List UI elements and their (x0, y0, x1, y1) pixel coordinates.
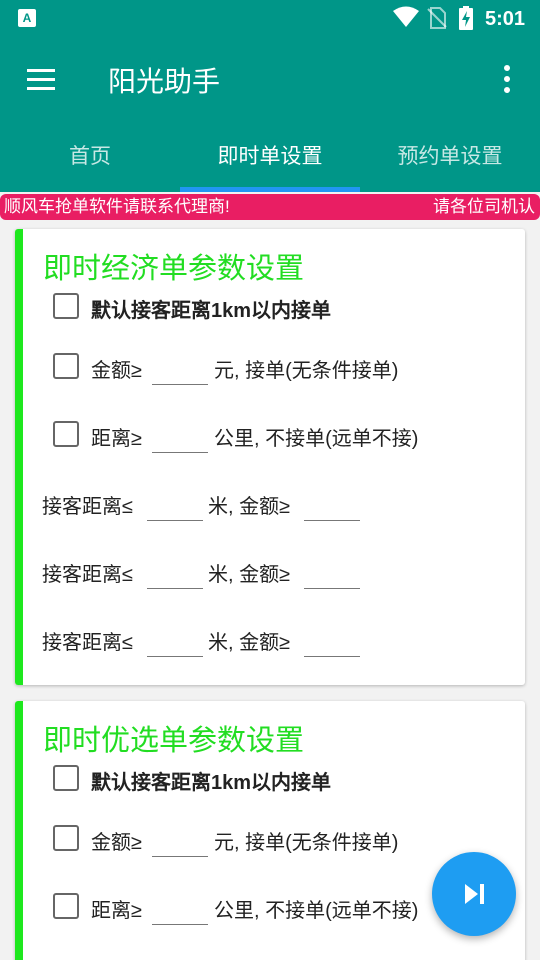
pickup-distance-input[interactable] (147, 489, 203, 521)
default-distance-label: 默认接客距离1km以内接单 (91, 300, 332, 322)
card-title: 即时经济单参数设置 (43, 253, 305, 285)
amount-suffix-label: 元, 接单(无条件接单) (214, 360, 399, 382)
marquee-text-next: 请各位司机认 (433, 197, 535, 216)
amount-prefix-label: 金额≥ (91, 360, 142, 382)
card-accent-bar (15, 229, 23, 685)
default-distance-checkbox[interactable] (53, 293, 79, 319)
amount-input[interactable] (152, 825, 208, 857)
pickup-distance-label: 接客距离≤ (42, 632, 133, 654)
app-bar: 阳光助手 (0, 37, 540, 120)
clock: 5:01 (485, 8, 526, 30)
amount-suffix-label: 元, 接单(无条件接单) (214, 832, 399, 854)
distance-input[interactable] (152, 421, 208, 453)
pickup-distance-label: 接客距离≤ (42, 564, 133, 586)
tab-indicator (180, 187, 360, 192)
menu-button[interactable] (22, 61, 62, 97)
pickup-amount-label: 米, 金额≥ (208, 496, 291, 518)
amount-input[interactable] (152, 353, 208, 385)
tab-home[interactable]: 首页 (0, 120, 180, 192)
marquee-text: 顺风车抢单软件请联系代理商! (4, 197, 230, 216)
pickup-amount-input[interactable] (304, 625, 360, 657)
tab-instant-order-settings[interactable]: 即时单设置 (180, 120, 360, 192)
pickup-amount-label: 米, 金额≥ (208, 564, 291, 586)
distance-suffix-label: 公里, 不接单(远单不接) (214, 900, 419, 922)
amount-prefix-label: 金额≥ (91, 832, 142, 854)
distance-input[interactable] (152, 893, 208, 925)
amount-checkbox[interactable] (53, 353, 79, 379)
status-bar: A 5:01 (0, 0, 540, 37)
distance-checkbox[interactable] (53, 421, 79, 447)
pickup-amount-label: 米, 金额≥ (208, 632, 291, 654)
app-title: 阳光助手 (108, 66, 221, 97)
tab-bar: 首页 即时单设置 预约单设置 (0, 120, 540, 192)
battery-charging-icon (459, 6, 473, 30)
app-notification-icon: A (18, 9, 36, 27)
card-accent-bar (15, 701, 23, 960)
wifi-icon (393, 6, 419, 27)
economy-order-settings-card: 即时经济单参数设置 默认接客距离1km以内接单 金额≥ 元, 接单(无条件接单)… (15, 229, 525, 685)
default-distance-checkbox[interactable] (53, 765, 79, 791)
pickup-distance-label: 接客距离≤ (42, 496, 133, 518)
amount-checkbox[interactable] (53, 825, 79, 851)
skip-next-fab[interactable] (432, 852, 516, 936)
no-sim-icon (427, 7, 447, 29)
skip-next-icon (465, 884, 484, 904)
default-distance-label: 默认接客距离1km以内接单 (91, 772, 332, 794)
announcement-marquee: 顺风车抢单软件请联系代理商! 请各位司机认 (0, 194, 540, 220)
pickup-amount-input[interactable] (304, 489, 360, 521)
pickup-distance-input[interactable] (147, 625, 203, 657)
pickup-distance-input[interactable] (147, 557, 203, 589)
tab-reserved-order-settings[interactable]: 预约单设置 (360, 120, 540, 192)
distance-prefix-label: 距离≥ (91, 900, 142, 922)
more-options-button[interactable] (496, 62, 518, 96)
distance-checkbox[interactable] (53, 893, 79, 919)
card-title: 即时优选单参数设置 (43, 725, 305, 757)
pickup-amount-input[interactable] (304, 557, 360, 589)
distance-suffix-label: 公里, 不接单(远单不接) (214, 428, 419, 450)
distance-prefix-label: 距离≥ (91, 428, 142, 450)
